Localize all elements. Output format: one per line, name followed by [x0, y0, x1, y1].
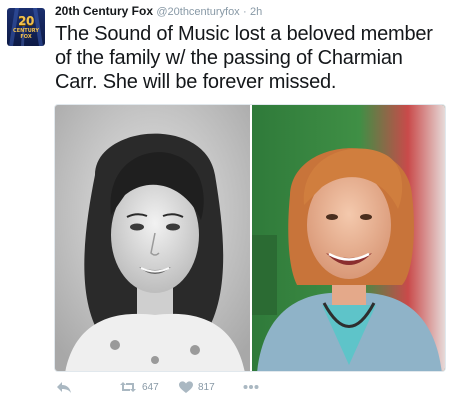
like-count: 817 [198, 381, 215, 393]
portrait-color [252, 105, 445, 371]
portrait-black-and-white [55, 105, 250, 371]
tweet-media[interactable] [54, 104, 446, 372]
avatar-logo-text: 20 [18, 14, 34, 28]
tweet-actions: 647 817 [54, 376, 446, 398]
retweet-count: 647 [142, 381, 159, 393]
retweet-button[interactable]: 647 [119, 378, 159, 396]
author-name[interactable]: 20th Century Fox [55, 4, 153, 18]
author-handle[interactable]: @20thcenturyfox [156, 6, 239, 18]
tweet-timestamp[interactable]: 2h [250, 6, 262, 18]
retweet-icon [120, 382, 136, 392]
more-icon [243, 385, 259, 389]
tweet-text: The Sound of Music lost a beloved member… [55, 23, 433, 93]
header-separator: · [243, 6, 247, 18]
like-button[interactable]: 817 [179, 378, 215, 396]
photo-left[interactable] [55, 105, 250, 371]
reply-icon [57, 382, 71, 393]
avatar[interactable]: 20 CENTURY FOX [7, 8, 45, 46]
reply-button[interactable] [56, 378, 72, 396]
heart-icon [179, 380, 193, 393]
tweet-header: 20th Century Fox @20thcenturyfox · 2h [55, 4, 262, 19]
photo-right[interactable] [252, 105, 445, 371]
avatar-logo-subtext: CENTURY FOX [13, 28, 39, 40]
more-button[interactable] [243, 378, 259, 396]
